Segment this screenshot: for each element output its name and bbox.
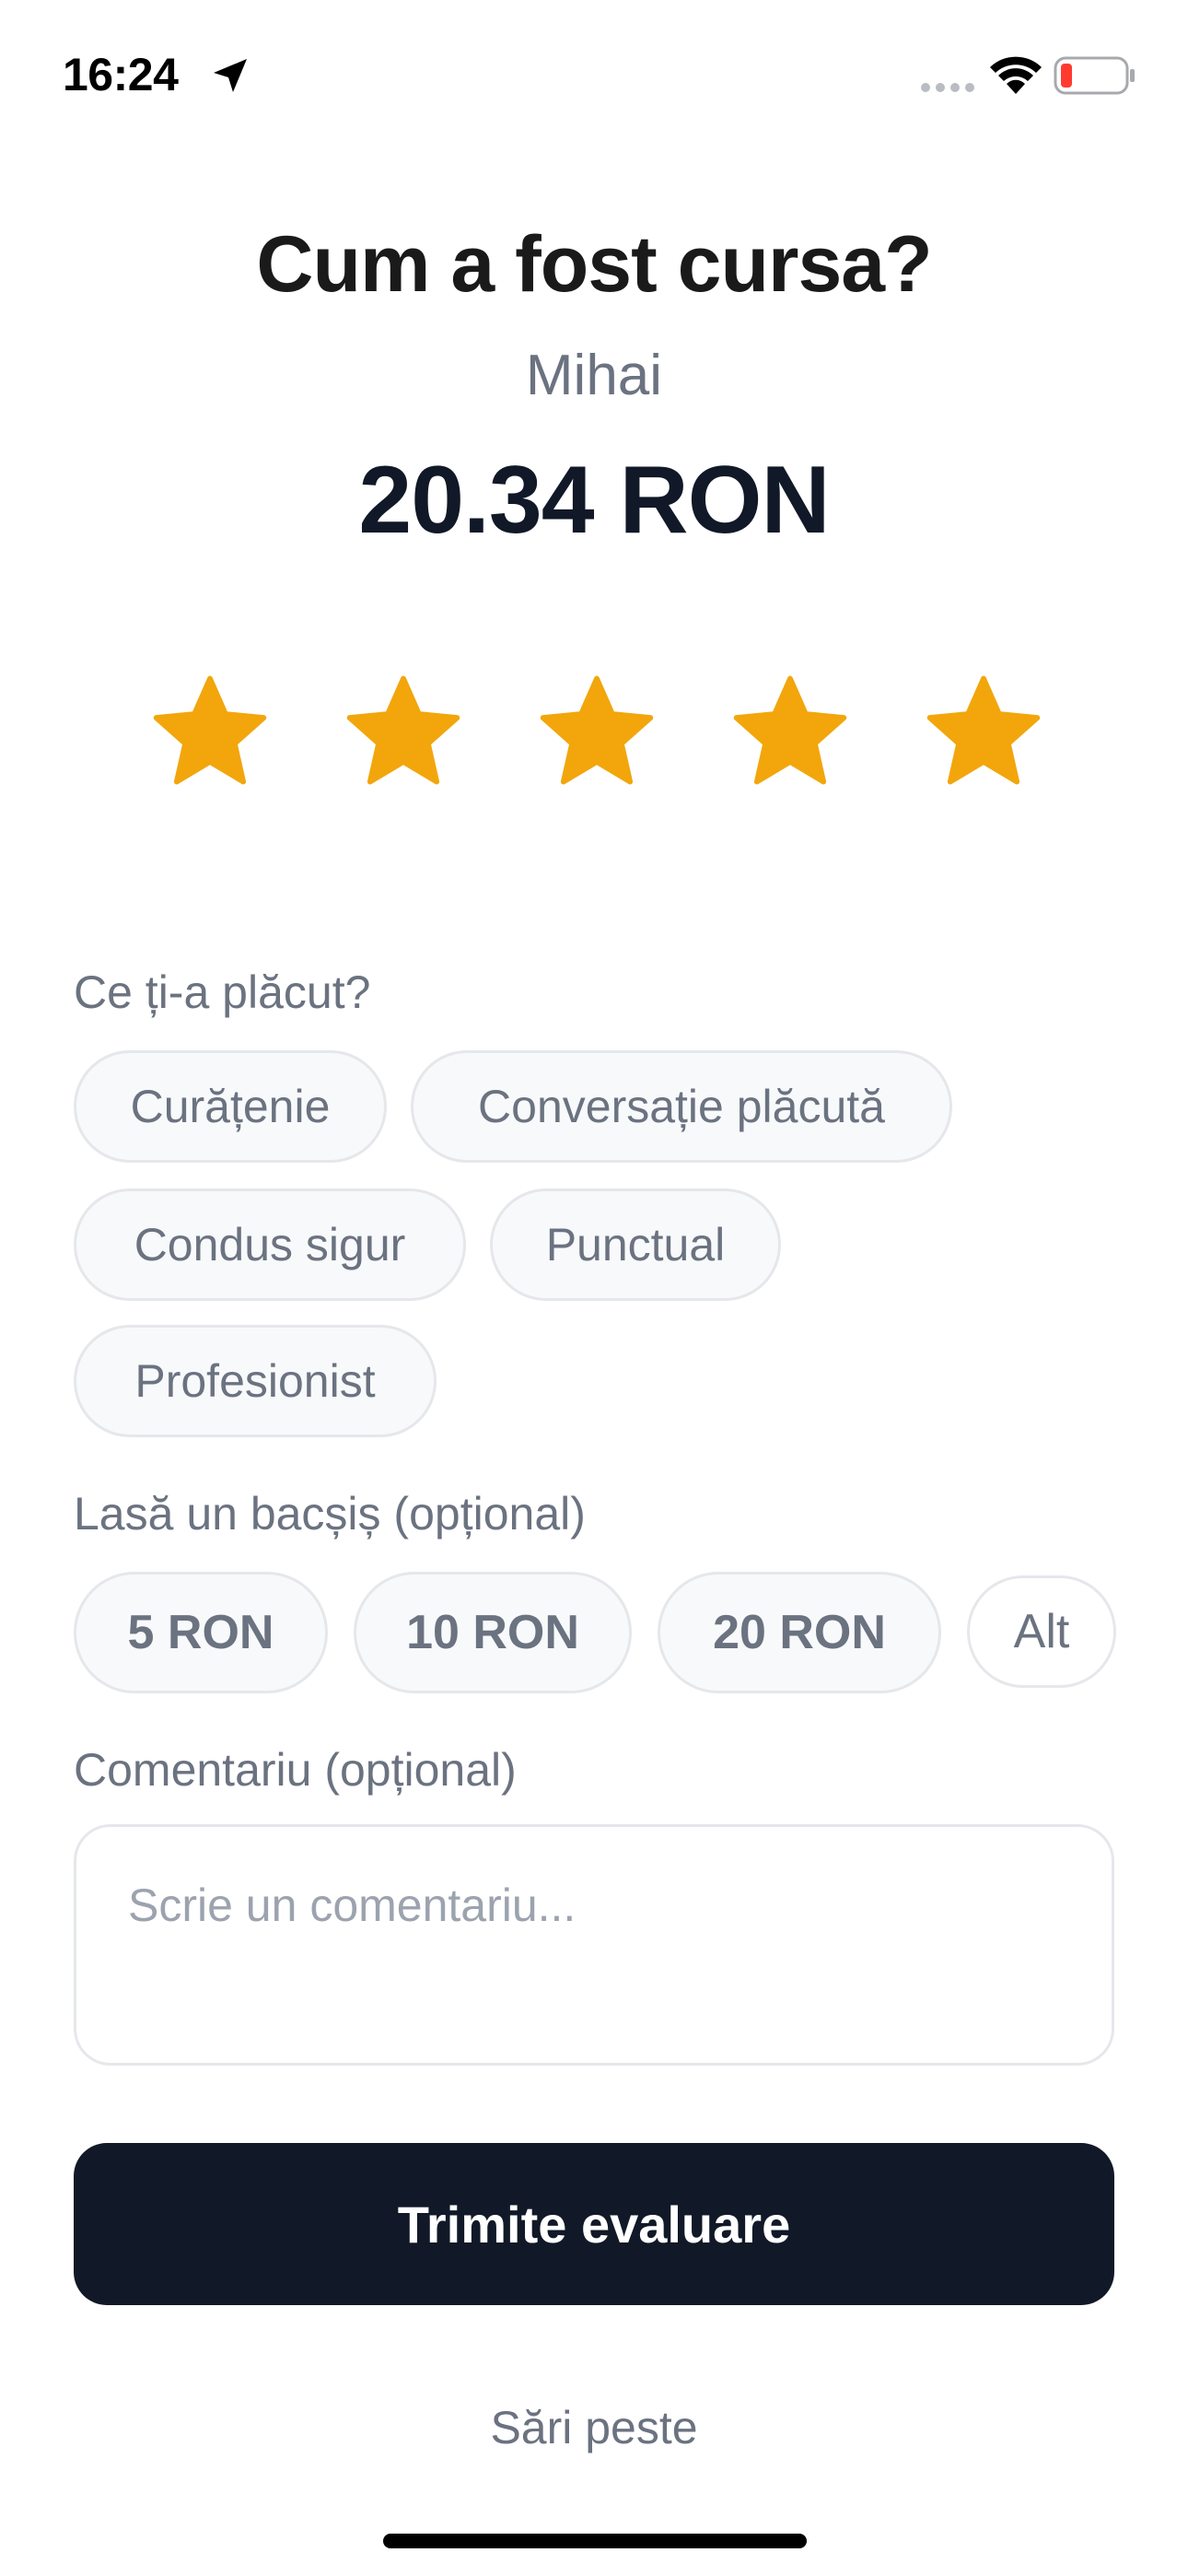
chip-punctual[interactable]: Punctual: [490, 1188, 781, 1301]
star-icon-3[interactable]: [532, 669, 661, 798]
star-icon-4[interactable]: [726, 669, 855, 798]
tip-other-button[interactable]: Alt: [967, 1575, 1116, 1688]
liked-section-label: Ce ți-a plăcut?: [74, 966, 371, 1018]
comment-section-label: Comentariu (opțional): [74, 1744, 517, 1796]
chip-cleanliness[interactable]: Curățenie: [74, 1050, 387, 1163]
skip-button[interactable]: Sări peste: [0, 2401, 1188, 2454]
comment-input[interactable]: [74, 1824, 1114, 2066]
tip-5-ron-button[interactable]: 5 RON: [74, 1572, 328, 1693]
tip-10-ron-button[interactable]: 10 RON: [354, 1572, 632, 1693]
location-arrow-icon: [214, 59, 247, 92]
submit-rating-button[interactable]: Trimite evaluare: [74, 2143, 1114, 2305]
wifi-icon: [990, 56, 1042, 94]
battery-low-icon: [1054, 56, 1135, 95]
fare-amount: 20.34 RON: [358, 447, 830, 554]
status-bar: 16:24: [0, 0, 1188, 147]
driver-name: Mihai: [525, 344, 663, 407]
star-icon-1[interactable]: [146, 669, 274, 798]
home-indicator: [383, 2534, 807, 2548]
star-rating: [146, 669, 1048, 798]
cellular-signal-icon: [921, 83, 974, 92]
chip-safe-driving[interactable]: Condus sigur: [74, 1188, 466, 1301]
page-title: Cum a fost cursa?: [256, 220, 932, 309]
chip-pleasant-conversation[interactable]: Conversație plăcută: [411, 1050, 952, 1163]
tip-section-label: Lasă un bacșiș (opțional): [74, 1488, 586, 1540]
tip-20-ron-button[interactable]: 20 RON: [658, 1572, 941, 1693]
star-icon-2[interactable]: [339, 669, 468, 798]
star-icon-5[interactable]: [919, 669, 1048, 798]
chip-professional[interactable]: Profesionist: [74, 1325, 437, 1437]
status-time: 16:24: [63, 49, 179, 100]
